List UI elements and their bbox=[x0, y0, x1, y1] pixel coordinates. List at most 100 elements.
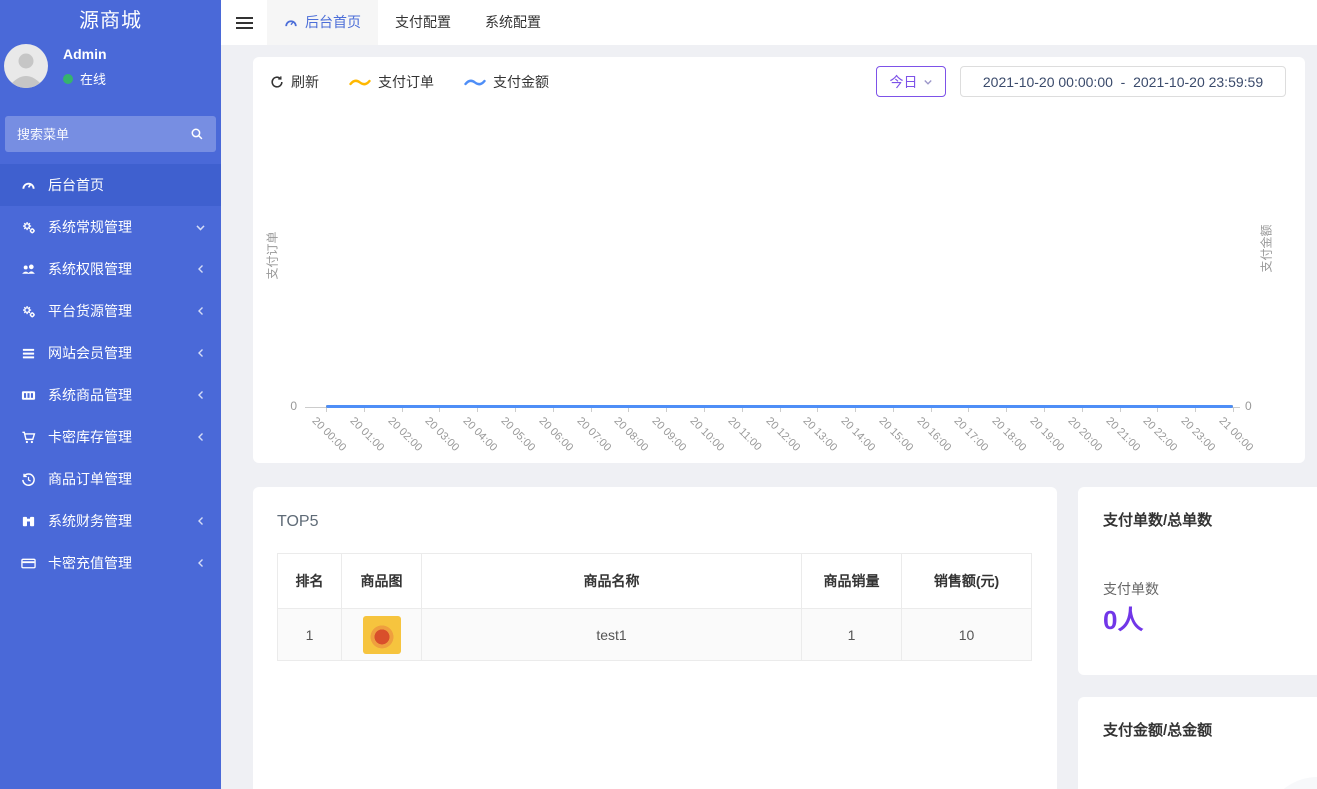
sidebar-item-label: 系统权限管理 bbox=[48, 259, 132, 279]
x-axis-tick bbox=[1233, 408, 1234, 412]
tab-label: 系统配置 bbox=[485, 0, 541, 45]
x-axis-label: 20 18:00 bbox=[990, 415, 1029, 454]
cart-icon bbox=[20, 430, 37, 445]
series-line-支付金额 bbox=[326, 405, 1233, 408]
y-axis-title-left: 支付订单 bbox=[264, 226, 281, 286]
x-axis-label: 20 19:00 bbox=[1028, 415, 1067, 454]
hamburger-menu-icon[interactable] bbox=[221, 0, 267, 45]
pay-count-card: 支付单数/总单数 支付单数 0人 bbox=[1078, 487, 1317, 675]
sidebar-item-system-products[interactable]: 系统商品管理 bbox=[0, 374, 221, 416]
tab-payment-config[interactable]: 支付配置 bbox=[378, 0, 468, 45]
sidebar-item-dashboard[interactable]: 后台首页 bbox=[0, 164, 221, 206]
top5-title: TOP5 bbox=[277, 513, 319, 531]
x-axis-label: 20 00:00 bbox=[310, 415, 349, 454]
x-axis-tick bbox=[1120, 408, 1121, 412]
topbar: 后台首页 支付配置 系统配置 bbox=[221, 0, 1317, 45]
x-axis-label: 20 08:00 bbox=[612, 415, 651, 454]
sidebar-item-label: 系统财务管理 bbox=[48, 511, 132, 531]
cell-image bbox=[342, 609, 422, 661]
x-axis-tick bbox=[968, 408, 969, 412]
x-axis-label: 20 16:00 bbox=[914, 415, 953, 454]
avatar bbox=[4, 44, 48, 88]
sidebar-item-product-orders[interactable]: 商品订单管理 bbox=[0, 458, 221, 500]
x-axis-tick bbox=[553, 408, 554, 412]
x-axis-tick bbox=[855, 408, 856, 412]
x-axis-label: 20 05:00 bbox=[498, 415, 537, 454]
tab-label: 支付配置 bbox=[395, 0, 451, 45]
x-axis-label: 20 23:00 bbox=[1179, 415, 1218, 454]
x-axis-label: 21 00:00 bbox=[1217, 415, 1256, 454]
sidebar-item-system-general[interactable]: 系统常规管理 bbox=[0, 206, 221, 248]
chevron-left-icon bbox=[196, 432, 206, 442]
x-axis-tick bbox=[477, 408, 478, 412]
stat-title: 支付单数/总单数 bbox=[1103, 509, 1212, 530]
column-header: 销售额(元) bbox=[902, 554, 1032, 609]
sidebar-item-system-permission[interactable]: 系统权限管理 bbox=[0, 248, 221, 290]
cogs-icon bbox=[20, 304, 37, 319]
stat-title: 支付金额/总金额 bbox=[1103, 719, 1212, 740]
search-icon[interactable] bbox=[190, 127, 204, 144]
user-block: Admin 在线 bbox=[0, 42, 221, 112]
credit-card-icon bbox=[20, 556, 37, 571]
chevron-down-icon bbox=[195, 222, 206, 233]
user-status: 在线 bbox=[63, 69, 106, 88]
x-axis-tick bbox=[515, 408, 516, 412]
cogs-icon bbox=[20, 220, 37, 235]
x-axis-label: 20 03:00 bbox=[423, 415, 462, 454]
tab-dashboard[interactable]: 后台首页 bbox=[267, 0, 378, 45]
product-thumbnail bbox=[363, 616, 401, 654]
pay-amount-card: 支付金额/总金额 bbox=[1078, 697, 1317, 789]
sidebar-item-label: 后台首页 bbox=[48, 175, 104, 195]
x-axis-tick bbox=[666, 408, 667, 412]
column-header: 商品名称 bbox=[422, 554, 802, 609]
x-axis-tick bbox=[1082, 408, 1083, 412]
x-axis-label: 20 06:00 bbox=[536, 415, 575, 454]
search-input[interactable] bbox=[5, 116, 216, 152]
x-axis-label: 20 04:00 bbox=[461, 415, 500, 454]
stat-value: 0人 bbox=[1103, 600, 1143, 637]
sidebar-item-card-stock[interactable]: 卡密库存管理 bbox=[0, 416, 221, 458]
binoculars-icon bbox=[20, 514, 37, 529]
x-axis-label: 20 10:00 bbox=[687, 415, 726, 454]
x-axis-tick bbox=[326, 408, 327, 412]
x-axis-label: 20 01:00 bbox=[347, 415, 386, 454]
x-axis-label: 20 20:00 bbox=[1065, 415, 1104, 454]
app-title: 源商城 bbox=[0, 0, 221, 42]
chart-card: 刷新 支付订单 支付金额 今日 0 0 bbox=[253, 57, 1305, 463]
list-icon bbox=[20, 346, 37, 361]
sidebar-item-label: 卡密库存管理 bbox=[48, 427, 132, 447]
sidebar-item-platform-supply[interactable]: 平台货源管理 bbox=[0, 290, 221, 332]
x-axis-label: 20 12:00 bbox=[763, 415, 802, 454]
chevron-left-icon bbox=[196, 348, 206, 358]
x-axis-tick bbox=[402, 408, 403, 412]
x-axis-label: 20 22:00 bbox=[1141, 415, 1180, 454]
table-row: 1 test1 1 10 bbox=[278, 609, 1032, 661]
sidebar-item-site-members[interactable]: 网站会员管理 bbox=[0, 332, 221, 374]
sidebar-menu: 后台首页 系统常规管理 系 bbox=[0, 164, 221, 584]
user-name: Admin bbox=[63, 46, 107, 62]
chevron-left-icon bbox=[196, 516, 206, 526]
top5-table: 排名 商品图 商品名称 商品销量 销售额(元) 1 test1 1 10 bbox=[277, 553, 1032, 661]
x-axis-tick bbox=[628, 408, 629, 412]
cell-rank: 1 bbox=[278, 609, 342, 661]
chevron-left-icon bbox=[196, 558, 206, 568]
chevron-left-icon bbox=[196, 264, 206, 274]
x-axis-tick bbox=[1044, 408, 1045, 412]
sidebar-item-label: 商品订单管理 bbox=[48, 469, 132, 489]
sidebar: 源商城 Admin 在线 后台首页 bbox=[0, 0, 221, 789]
x-axis-tick bbox=[591, 408, 592, 412]
x-axis-tick bbox=[780, 408, 781, 412]
stat-label: 支付单数 bbox=[1103, 579, 1159, 599]
x-axis-tick bbox=[704, 408, 705, 412]
x-axis-tick bbox=[439, 408, 440, 412]
tab-label: 后台首页 bbox=[305, 0, 361, 45]
top5-card: TOP5 排名 商品图 商品名称 商品销量 销售额(元) 1 test1 bbox=[253, 487, 1057, 789]
tab-system-config[interactable]: 系统配置 bbox=[468, 0, 558, 45]
online-dot-icon bbox=[63, 74, 73, 84]
x-axis-tick bbox=[1006, 408, 1007, 412]
column-header: 商品销量 bbox=[802, 554, 902, 609]
sidebar-item-system-finance[interactable]: 系统财务管理 bbox=[0, 500, 221, 542]
x-axis-tick bbox=[893, 408, 894, 412]
sidebar-item-card-recharge[interactable]: 卡密充值管理 bbox=[0, 542, 221, 584]
table-header-row: 排名 商品图 商品名称 商品销量 销售额(元) bbox=[278, 554, 1032, 609]
